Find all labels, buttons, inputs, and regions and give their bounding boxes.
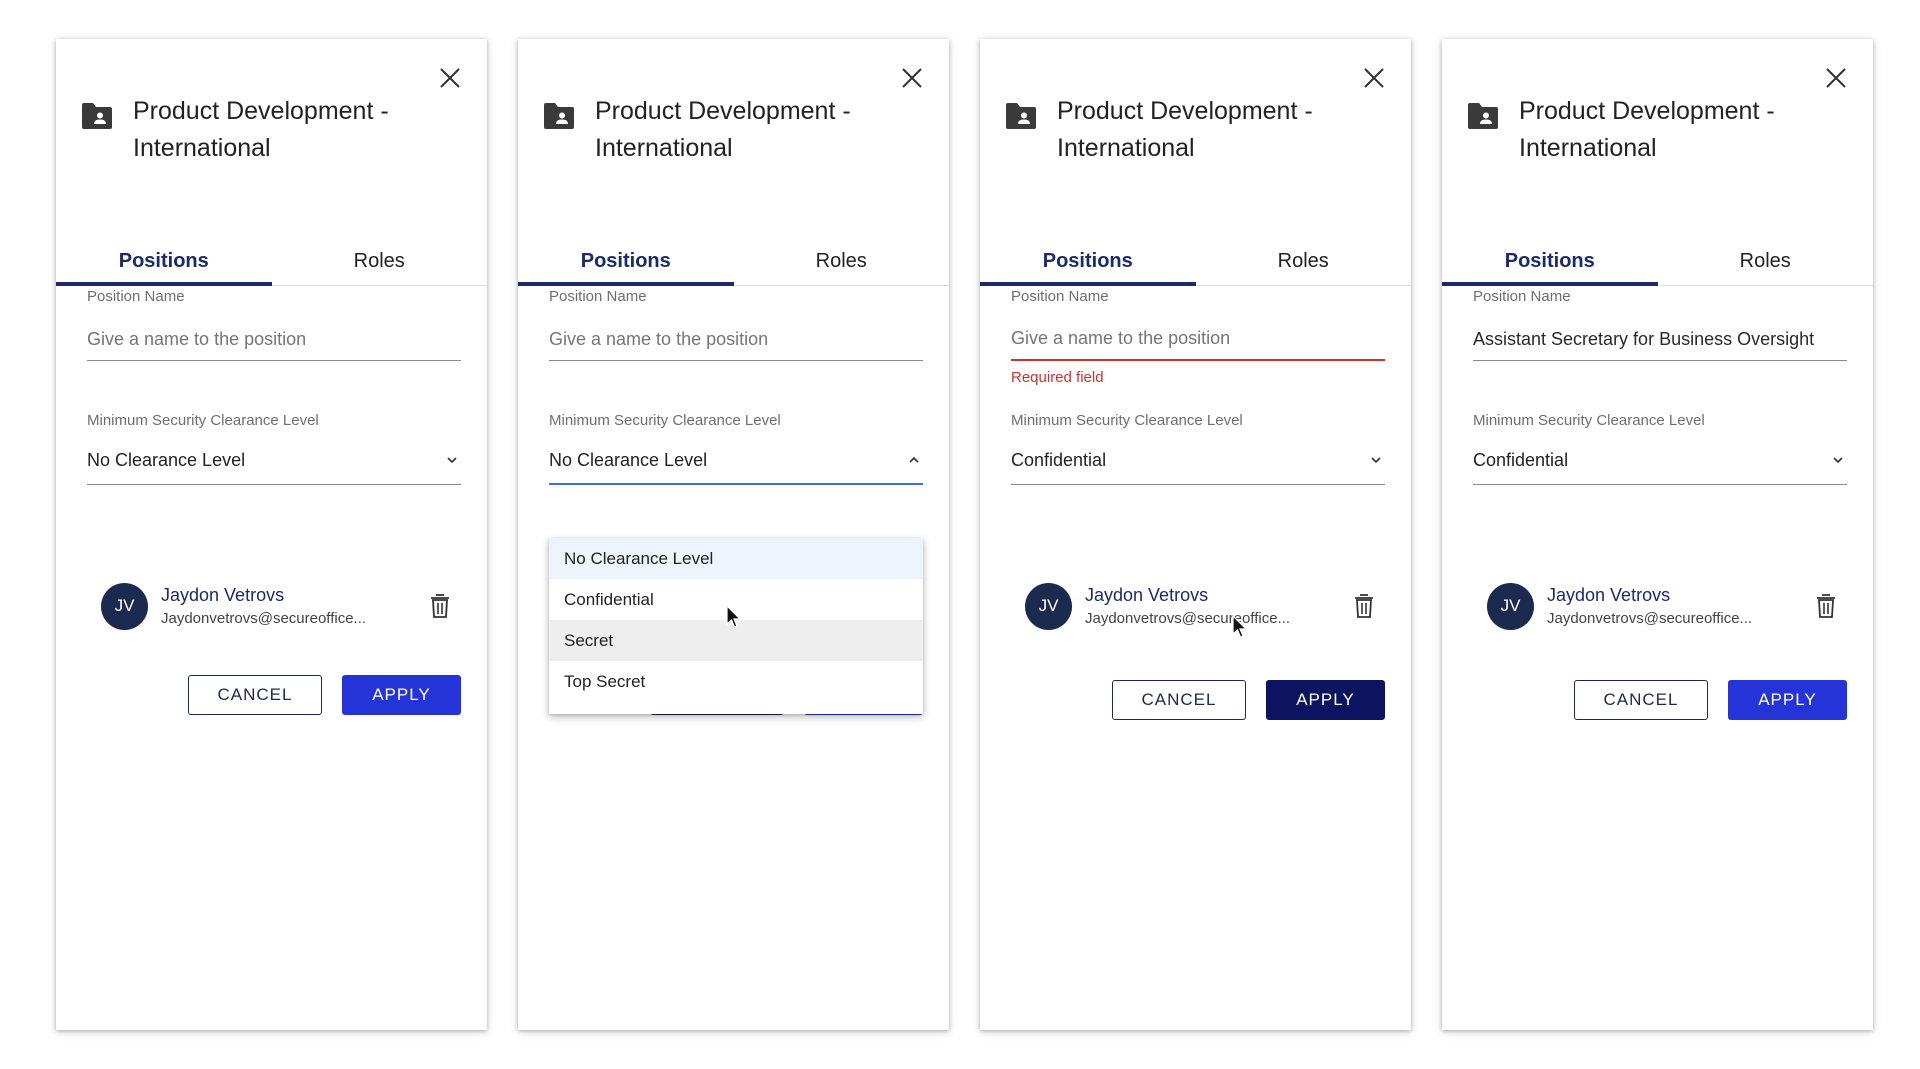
position-name-field: Position Name bbox=[87, 288, 461, 361]
clearance-select[interactable]: Confidential bbox=[1011, 448, 1385, 485]
dialog-header: Product Development - International bbox=[80, 93, 447, 167]
dialog-actions: CANCEL APPLY bbox=[1574, 680, 1847, 720]
apply-button[interactable]: APPLY bbox=[342, 675, 461, 715]
position-name-input[interactable] bbox=[1011, 324, 1385, 361]
clearance-field: Minimum Security Clearance Level Confide… bbox=[1011, 412, 1385, 485]
dialog-title: Product Development - International bbox=[133, 97, 389, 162]
folder-user-icon bbox=[80, 101, 114, 131]
dialog-actions: CANCEL APPLY bbox=[1112, 680, 1385, 720]
folder-user-icon bbox=[542, 101, 576, 131]
clearance-label: Minimum Security Clearance Level bbox=[87, 412, 319, 429]
clearance-value: Confidential bbox=[1473, 450, 1569, 470]
position-name-input[interactable] bbox=[87, 324, 461, 361]
position-name-label: Position Name bbox=[1011, 288, 1109, 305]
assigned-user: JV Jaydon Vetrovs Jaydonvetrovs@secureof… bbox=[101, 581, 452, 631]
avatar: JV bbox=[101, 582, 148, 630]
clearance-label: Minimum Security Clearance Level bbox=[1473, 412, 1705, 429]
chevron-down-icon bbox=[445, 453, 459, 467]
trash-icon[interactable] bbox=[428, 592, 452, 620]
trash-icon[interactable] bbox=[1814, 592, 1838, 620]
user-email: Jaydonvetrovs@secureoffice... bbox=[1547, 609, 1753, 627]
clearance-label: Minimum Security Clearance Level bbox=[1011, 412, 1243, 429]
avatar: JV bbox=[1025, 582, 1072, 630]
cancel-button[interactable]: CANCEL bbox=[1574, 680, 1708, 720]
dialog-header: Product Development - International bbox=[1004, 93, 1371, 167]
dialog-header: Product Development - International bbox=[542, 93, 909, 167]
chevron-up-icon bbox=[907, 453, 921, 467]
position-name-label: Position Name bbox=[87, 288, 185, 305]
tab-positions[interactable]: Positions bbox=[980, 201, 1196, 286]
position-name-input[interactable] bbox=[549, 324, 923, 361]
tab-positions[interactable]: Positions bbox=[56, 201, 272, 286]
dialog-title: Product Development - International bbox=[1057, 97, 1313, 162]
position-dialog-error: Product Development - International Posi… bbox=[980, 39, 1411, 1030]
avatar: JV bbox=[1487, 582, 1534, 630]
position-name-field: Position Name bbox=[1473, 288, 1847, 361]
close-icon[interactable] bbox=[1359, 63, 1389, 93]
option-top-secret[interactable]: Top Secret bbox=[549, 661, 923, 702]
option-secret[interactable]: Secret bbox=[549, 620, 923, 661]
position-dialog-dropdown-open: Product Development - International Posi… bbox=[518, 39, 949, 1030]
dialog-actions: CANCEL APPLY bbox=[188, 675, 461, 715]
close-icon[interactable] bbox=[1821, 63, 1851, 93]
user-email: Jaydonvetrovs@secureoffice... bbox=[1085, 609, 1291, 627]
position-name-field: Position Name Required field bbox=[1011, 288, 1385, 386]
dialog-title: Product Development - International bbox=[1519, 97, 1775, 162]
option-no-clearance-level[interactable]: No Clearance Level bbox=[549, 538, 923, 579]
clearance-select[interactable]: No Clearance Level bbox=[87, 448, 461, 485]
cancel-button[interactable]: CANCEL bbox=[1112, 680, 1246, 720]
clearance-value: No Clearance Level bbox=[87, 450, 246, 470]
user-email: Jaydonvetrovs@secureoffice... bbox=[161, 609, 367, 627]
dialog-header: Product Development - International bbox=[1466, 93, 1833, 167]
clearance-value: No Clearance Level bbox=[549, 450, 708, 470]
user-name: Jaydon Vetrovs bbox=[161, 584, 285, 605]
assigned-user: JV Jaydon Vetrovs Jaydonvetrovs@secureof… bbox=[1487, 581, 1838, 631]
tab-positions[interactable]: Positions bbox=[518, 201, 734, 286]
apply-button[interactable]: APPLY bbox=[1728, 680, 1847, 720]
user-name: Jaydon Vetrovs bbox=[1547, 584, 1671, 605]
tab-roles[interactable]: Roles bbox=[1658, 201, 1874, 285]
clearance-field: Minimum Security Clearance Level Confide… bbox=[1473, 412, 1847, 485]
close-icon[interactable] bbox=[897, 63, 927, 93]
tab-bar: Positions Roles bbox=[56, 201, 487, 286]
apply-button[interactable]: APPLY bbox=[1266, 680, 1385, 720]
tab-positions[interactable]: Positions bbox=[1442, 201, 1658, 286]
position-name-label: Position Name bbox=[1473, 288, 1571, 305]
position-name-input[interactable] bbox=[1473, 324, 1847, 361]
position-name-label: Position Name bbox=[549, 288, 647, 305]
position-name-field: Position Name bbox=[549, 288, 923, 361]
assigned-user: JV Jaydon Vetrovs Jaydonvetrovs@secureof… bbox=[1025, 581, 1376, 631]
dialog-title: Product Development - International bbox=[595, 97, 851, 162]
tab-roles[interactable]: Roles bbox=[1196, 201, 1412, 285]
tab-roles[interactable]: Roles bbox=[272, 201, 488, 285]
chevron-down-icon bbox=[1831, 453, 1845, 467]
position-dialog-filled: Product Development - International Posi… bbox=[1442, 39, 1873, 1030]
folder-user-icon bbox=[1466, 101, 1500, 131]
position-dialog-default: Product Development - International Posi… bbox=[56, 39, 487, 1030]
clearance-label: Minimum Security Clearance Level bbox=[549, 412, 781, 429]
option-confidential[interactable]: Confidential bbox=[549, 579, 923, 620]
cancel-button[interactable]: CANCEL bbox=[188, 675, 322, 715]
clearance-select[interactable]: No Clearance Level bbox=[549, 448, 923, 485]
folder-user-icon bbox=[1004, 101, 1038, 131]
trash-icon[interactable] bbox=[1352, 592, 1376, 620]
tab-bar: Positions Roles bbox=[518, 201, 949, 286]
clearance-dropdown-menu: No Clearance Level Confidential Secret T… bbox=[549, 538, 923, 714]
clearance-field: Minimum Security Clearance Level No Clea… bbox=[549, 412, 923, 485]
clearance-field: Minimum Security Clearance Level No Clea… bbox=[87, 412, 461, 485]
tab-bar: Positions Roles bbox=[1442, 201, 1873, 286]
clearance-value: Confidential bbox=[1011, 450, 1107, 470]
tab-roles[interactable]: Roles bbox=[734, 201, 950, 285]
chevron-down-icon bbox=[1369, 453, 1383, 467]
clearance-select[interactable]: Confidential bbox=[1473, 448, 1847, 485]
user-name: Jaydon Vetrovs bbox=[1085, 584, 1209, 605]
close-icon[interactable] bbox=[435, 63, 465, 93]
required-field-error: Required field bbox=[1011, 369, 1104, 386]
tab-bar: Positions Roles bbox=[980, 201, 1411, 286]
